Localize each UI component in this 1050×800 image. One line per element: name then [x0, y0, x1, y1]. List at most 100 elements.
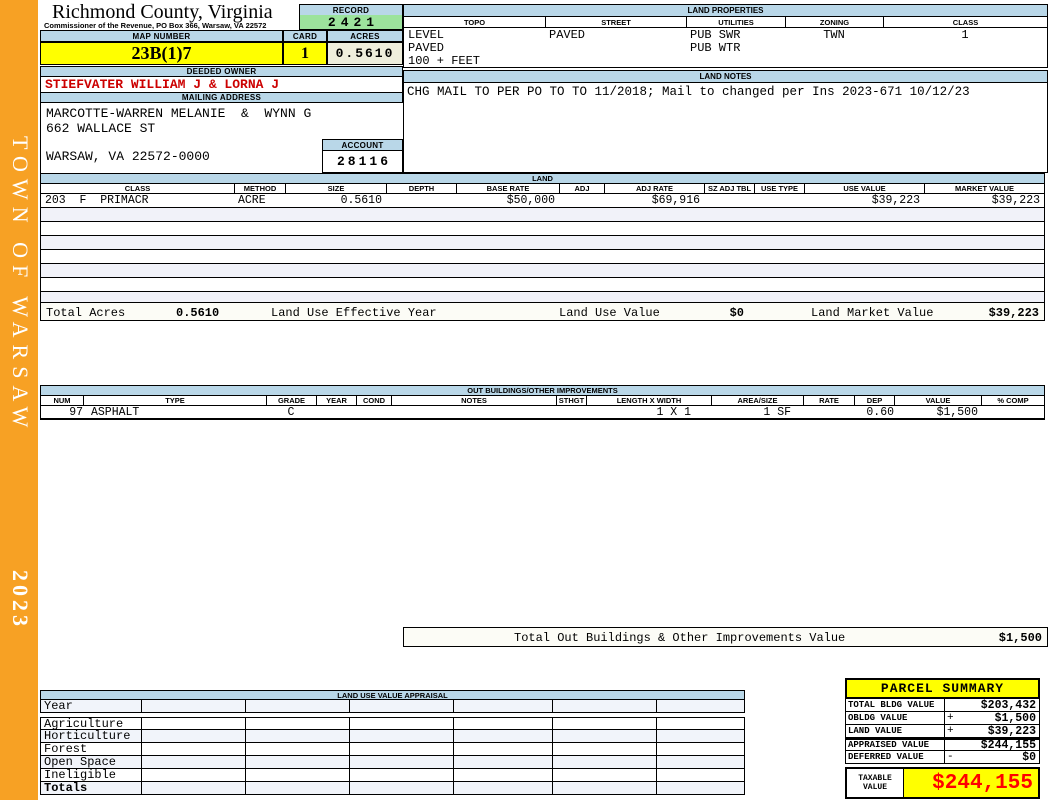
appraisal-row-label: Open Space: [40, 756, 142, 769]
land-sz-adj-tbl: [704, 194, 754, 207]
ob-num: 97: [69, 406, 83, 418]
column-header-zoning: ZONING: [785, 17, 883, 27]
appraisal-cell: [246, 756, 350, 769]
land-properties-row: LEVEL PAVED PUB SWR TWN 1: [404, 28, 1047, 41]
appraisal-cell: [553, 730, 657, 743]
appraisal-cell: [246, 769, 350, 782]
summary-value: $203,432: [980, 698, 1036, 712]
appraisal-cell: [350, 743, 454, 756]
appraisal-cell: [246, 743, 350, 756]
appraisal-cell: [246, 700, 350, 713]
column-header-market-value: MARKET VALUE: [924, 184, 1044, 193]
total-acres-value: 0.5610: [176, 306, 220, 320]
column-header-rate: RATE: [803, 396, 854, 405]
ob-sthgt: [556, 406, 586, 418]
appraisal-cell: [657, 730, 745, 743]
appraisal-cell: [142, 782, 246, 795]
land-base-rate: $50,000: [506, 194, 555, 207]
appraisal-cell: [553, 782, 657, 795]
sidebar-band: TOWN OF WARSAW 2023: [0, 0, 38, 800]
appraisal-cell: [657, 700, 745, 713]
appraisal-cell: [454, 730, 553, 743]
appraisal-row-label: Forest: [40, 743, 142, 756]
ob-dep: 0.60: [866, 406, 894, 418]
land-use-appraisal-table: LAND USE VALUE APPRAISAL Year Agricultur…: [40, 690, 745, 795]
land-adj-rate: $69,916: [651, 194, 700, 207]
class-value: 1: [961, 28, 969, 41]
appraisal-cell: [454, 756, 553, 769]
street-value: [545, 54, 686, 67]
column-header-utilities: UTILITIES: [686, 17, 785, 27]
column-header-base-rate: BASE RATE: [456, 184, 559, 193]
utilities-value: PUB SWR: [690, 28, 741, 41]
land-properties-title: LAND PROPERTIES: [404, 5, 1047, 17]
column-header-sz-adj-tbl: SZ ADJ TBL: [704, 184, 754, 193]
appraisal-cell: [454, 782, 553, 795]
appraisal-row-label: Agriculture: [40, 717, 142, 730]
land-empty-row: [41, 235, 1044, 249]
appraisal-cell: [350, 700, 454, 713]
appraisal-row-agriculture: Agriculture: [40, 717, 745, 730]
appraisal-cell: [553, 717, 657, 730]
appraisal-row-label: Year: [40, 700, 142, 713]
land-empty-row: [41, 277, 1044, 291]
column-header-dep: DEP: [854, 396, 894, 405]
appraisal-row-label: Horticulture: [40, 730, 142, 743]
summary-row-deferred: DEFERRED VALUE - $0: [845, 751, 1040, 764]
appraisal-cell: [657, 782, 745, 795]
appraisal-cell: [142, 756, 246, 769]
mailing-address-line: 662 WALLACE ST: [46, 121, 156, 136]
summary-label: LAND VALUE: [845, 725, 945, 738]
land-table-title: LAND: [41, 174, 1044, 184]
taxable-value: $244,155: [932, 771, 1033, 795]
land-empty-row: [41, 207, 1044, 221]
land-notes-title: LAND NOTES: [404, 71, 1047, 83]
record-number: 2421: [299, 15, 403, 30]
ob-type: ASPHALT: [91, 406, 140, 418]
land-market-value: $39,223: [991, 194, 1040, 207]
column-header-method: METHOD: [234, 184, 285, 193]
column-header-type: TYPE: [83, 396, 266, 405]
out-buildings-row: 97 ASPHALT C 1 X 1 1 SF 0.60 $1,500: [41, 406, 1044, 419]
mailing-address-line: WARSAW, VA 22572-0000: [46, 149, 210, 164]
card-value: 1: [283, 42, 327, 65]
land-use-appraisal-title: LAND USE VALUE APPRAISAL: [40, 690, 745, 700]
zoning-value: [785, 41, 883, 54]
appraisal-cell: [350, 769, 454, 782]
deeded-owner-header: DEEDED OWNER: [40, 66, 403, 77]
appraisal-cell: [553, 769, 657, 782]
land-use-value: $39,223: [871, 194, 920, 207]
land-properties-row: PAVED PUB WTR: [404, 41, 1047, 54]
appraisal-cell: [454, 717, 553, 730]
column-header-area-size: AREA/SIZE: [711, 396, 803, 405]
column-header-use-value: USE VALUE: [804, 184, 924, 193]
land-properties-row: 100 + FEET: [404, 54, 1047, 67]
summary-operator: +: [947, 712, 954, 724]
land-market-value: $39,223: [988, 306, 1039, 320]
ob-pct-comp: [981, 406, 1044, 418]
appraisal-row-label: Ineligible: [40, 769, 142, 782]
map-number-value: 23B(1)7: [40, 42, 283, 65]
column-header-depth: DEPTH: [386, 184, 456, 193]
column-header-sthgt: STHGT: [556, 396, 586, 405]
appraisal-cell: [246, 782, 350, 795]
summary-value: $39,223: [987, 724, 1036, 738]
mailing-address-line: MARCOTTE-WARREN MELANIE & WYNN G: [46, 106, 312, 121]
topo-value: 100 + FEET: [408, 54, 481, 67]
street-value: [545, 41, 686, 54]
appraisal-cell: [553, 756, 657, 769]
summary-label: TOTAL BLDG VALUE: [845, 699, 945, 712]
appraisal-cell: [454, 743, 553, 756]
out-buildings-header-row: NUM TYPE GRADE YEAR COND NOTES STHGT LEN…: [41, 396, 1044, 406]
column-header-length-width: LENGTH X WIDTH: [586, 396, 711, 405]
appraisal-cell: [657, 756, 745, 769]
appraisal-row-label: Totals: [40, 782, 142, 795]
ob-notes: [391, 406, 556, 418]
ob-value: $1,500: [936, 406, 978, 418]
card-header: CARD: [283, 30, 327, 42]
summary-row-land: LAND VALUE + $39,223: [845, 725, 1040, 738]
appraisal-cell: [350, 782, 454, 795]
ob-year: [316, 406, 356, 418]
column-header-use-type: USE TYPE: [754, 184, 804, 193]
land-empty-row: [41, 221, 1044, 235]
